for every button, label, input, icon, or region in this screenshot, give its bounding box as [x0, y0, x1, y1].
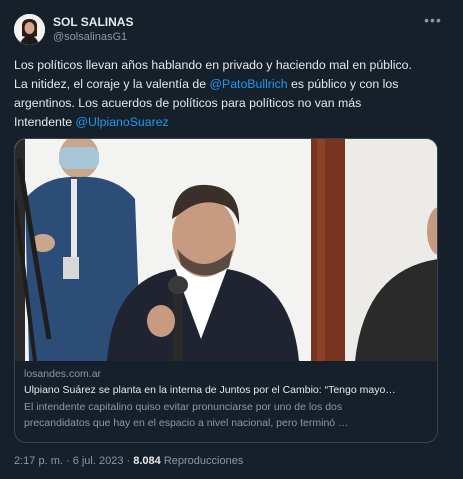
tweet-text-line: argentinos. Los acuerdos de políticos pa… [14, 96, 362, 110]
card-description: El intendente capitalino quiso evitar pr… [24, 401, 343, 413]
avatar[interactable] [14, 14, 45, 45]
tweet-text-segment: es público y con los [287, 77, 399, 91]
author-handle[interactable]: @solsalinasG1 [53, 31, 127, 43]
card-description: precandidatos que hay en el espacio a ni… [24, 417, 349, 429]
views-count: 8.084 [133, 455, 161, 467]
tweet-header: SOL SALINAS @solsalinasG1 ••• [14, 12, 444, 48]
author-name[interactable]: SOL SALINAS [53, 15, 133, 29]
tweet-text-line: Intendente @UlpianoSuarez [14, 113, 449, 132]
link-preview-card[interactable]: losandes.com.ar Ulpiano Suárez se planta… [14, 138, 438, 443]
card-meta: losandes.com.ar Ulpiano Suárez se planta… [15, 361, 437, 442]
tweet-text-line: Los políticos llevan años hablando en pr… [14, 58, 412, 72]
tweet-text: Los políticos llevan años hablando en pr… [14, 56, 449, 132]
tweet: SOL SALINAS @solsalinasG1 ••• Los políti… [0, 0, 463, 479]
more-horizontal-icon[interactable]: ••• [422, 12, 444, 34]
tweet-text-line: La nitidez, el coraje y la valentía de @… [14, 75, 449, 94]
tweet-text-segment: La nitidez, el coraje y la valentía de [14, 77, 210, 91]
tweet-text-segment: Intendente [14, 115, 76, 129]
mention-link[interactable]: @PatoBullrich [210, 77, 288, 91]
card-title: Ulpiano Suárez se planta en la interna d… [24, 384, 396, 396]
card-domain: losandes.com.ar [24, 368, 102, 380]
tweet-footer: 2:17 p. m. · 6 jul. 2023 · 8.084 Reprodu… [14, 455, 243, 467]
card-image[interactable] [15, 139, 437, 362]
mention-link[interactable]: @UlpianoSuarez [76, 115, 169, 129]
tweet-timestamp[interactable]: 2:17 p. m. · 6 jul. 2023 · [14, 455, 133, 467]
views-label: Reproducciones [160, 455, 244, 467]
